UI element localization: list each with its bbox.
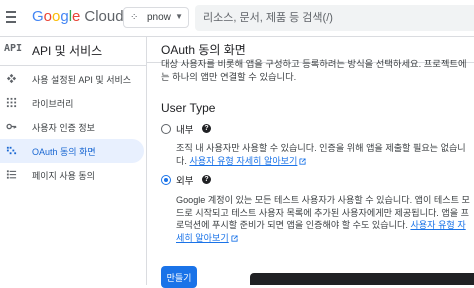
top-bar: Google Cloud ⁘ pnow ▼ — [0, 0, 474, 37]
library-grid-icon — [6, 97, 17, 108]
api-badge: API — [4, 43, 23, 54]
search-bar — [195, 5, 474, 31]
sidebar-title: API 및 서비스 — [32, 44, 103, 58]
sidebar-item-label: 페이지 사용 동의 — [32, 171, 95, 181]
main-content: OAuth 동의 화면 대상 사용자를 비롯해 앱을 구성하고 등록하려는 방식… — [147, 37, 474, 288]
external-radio[interactable] — [161, 175, 171, 185]
api-diamond-icon — [6, 73, 17, 84]
google-cloud-logo[interactable]: Google Cloud — [32, 8, 124, 25]
sidebar-item-label: OAuth 동의 화면 — [32, 147, 96, 157]
sidebar-item-enabled-apis[interactable]: 사용 설정된 API 및 서비스 — [0, 67, 146, 91]
project-name: pnow — [147, 12, 171, 23]
key-icon — [6, 123, 17, 130]
sidebar-item-library[interactable]: 라이브러리 — [0, 91, 146, 115]
snackbar — [250, 273, 474, 285]
project-dots-icon: ⁘ — [130, 12, 138, 23]
search-input[interactable] — [203, 9, 463, 27]
consent-screen-icon — [6, 146, 17, 155]
sidebar-item-label: 사용자 인증 정보 — [32, 123, 95, 133]
internal-radio[interactable] — [161, 124, 171, 134]
internal-learn-more-link[interactable]: 사용자 유형 자세히 알아보기 — [189, 156, 306, 166]
chevron-down-icon: ▼ — [175, 12, 183, 21]
sidebar-item-credentials[interactable]: 사용자 인증 정보 — [0, 115, 146, 139]
internal-option-description: 조직 내 사용자만 사용할 수 있습니다. 인증을 위해 앱을 제출할 필요는 … — [176, 142, 472, 167]
sidebar-header: API API 및 서비스 — [0, 37, 146, 66]
help-icon[interactable]: ? — [202, 175, 211, 184]
user-type-heading: User Type — [161, 101, 216, 115]
external-option-description: Google 계정이 있는 모든 테스트 사용자가 사용할 수 있습니다. 앱이… — [176, 194, 472, 244]
help-icon[interactable]: ? — [202, 124, 211, 133]
page-title: OAuth 동의 화면 — [161, 43, 246, 57]
sidebar-item-label: 사용 설정된 API 및 서비스 — [32, 75, 132, 85]
internal-radio-label[interactable]: 내부 — [176, 122, 193, 136]
sidebar: API API 및 서비스 사용 설정된 API 및 서비스 라이브러리 사용자… — [0, 37, 147, 285]
sidebar-item-page-agreement[interactable]: 페이지 사용 동의 — [0, 163, 146, 187]
project-selector[interactable]: ⁘ pnow ▼ — [123, 7, 189, 28]
sidebar-item-label: 라이브러리 — [32, 99, 74, 109]
page-agreement-icon — [6, 170, 17, 179]
page-description: 대상 사용자를 비롯해 앱을 구성하고 등록하려는 방식을 선택하세요. 프로젝… — [161, 59, 467, 82]
sidebar-item-oauth-consent[interactable]: OAuth 동의 화면 — [0, 139, 144, 163]
external-link-icon — [231, 234, 238, 242]
external-radio-label[interactable]: 외부 — [176, 173, 193, 187]
external-link-icon — [299, 157, 306, 165]
menu-icon[interactable] — [6, 11, 16, 23]
